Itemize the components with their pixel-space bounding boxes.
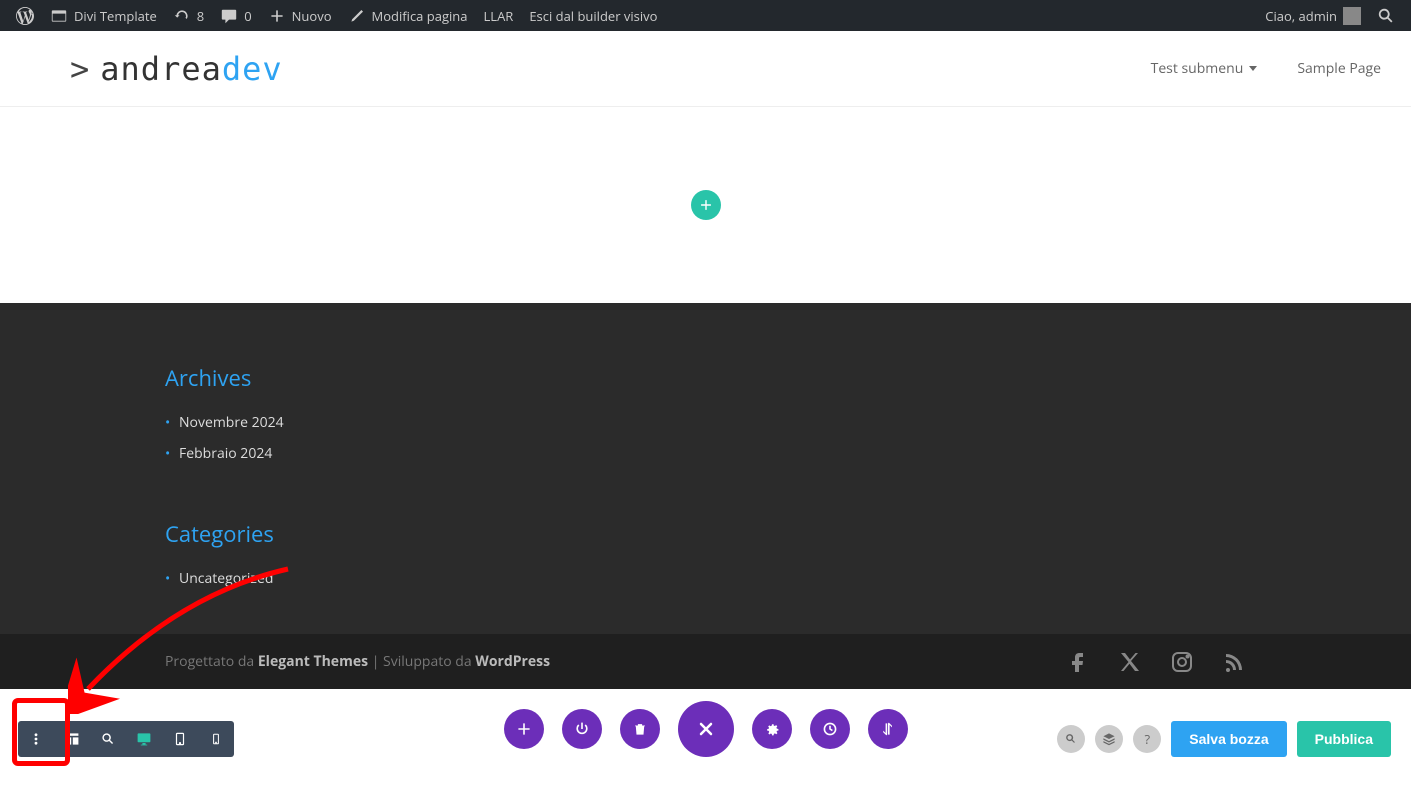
footer-widgets: Archives Novembre 2024 Febbraio 2024 Cat… (0, 303, 1411, 634)
zoom-view-button[interactable] (90, 721, 126, 757)
page-settings-button[interactable] (752, 709, 792, 749)
history-button[interactable] (810, 709, 850, 749)
search-tool-button[interactable] (1057, 725, 1085, 753)
sort-button[interactable] (868, 709, 908, 749)
site-name-menu[interactable]: Divi Template (42, 0, 165, 31)
dashboard-icon (50, 7, 68, 25)
more-options-button[interactable] (18, 721, 54, 757)
admin-search-button[interactable] (1369, 0, 1403, 31)
zoom-icon (101, 732, 115, 746)
phone-icon (210, 733, 222, 745)
comment-icon (220, 7, 238, 25)
nav-item-submenu[interactable]: Test submenu (1151, 59, 1258, 78)
publish-button[interactable]: Pubblica (1297, 721, 1391, 757)
nav-item-label: Test submenu (1151, 59, 1244, 78)
sort-icon (880, 721, 896, 737)
trash-icon (633, 722, 647, 736)
site-header: > andreadev Test submenu Sample Page (0, 31, 1411, 107)
close-icon (696, 719, 716, 739)
tablet-view-button[interactable] (162, 721, 198, 757)
power-button[interactable] (562, 709, 602, 749)
search-icon (1377, 7, 1395, 25)
archive-link[interactable]: Novembre 2024 (165, 407, 1411, 438)
add-section-button[interactable] (691, 190, 721, 220)
facebook-icon[interactable] (1066, 650, 1090, 674)
builder-canvas[interactable] (0, 107, 1411, 303)
phone-view-button[interactable] (198, 721, 234, 757)
logo-prompt: > (70, 50, 90, 88)
question-icon: ? (1144, 730, 1150, 748)
nav-item-label: Sample Page (1297, 59, 1381, 78)
logo[interactable]: > andreadev (70, 50, 283, 88)
platform-link[interactable]: WordPress (475, 652, 550, 671)
account-menu[interactable]: Ciao, admin (1257, 0, 1369, 31)
clock-icon (822, 721, 838, 737)
x-twitter-icon[interactable] (1118, 650, 1142, 674)
gear-icon (764, 721, 780, 737)
llar-label: LLAR (484, 7, 514, 25)
layers-icon (1102, 732, 1116, 746)
logo-main: andrea (100, 50, 222, 88)
desktop-view-button[interactable] (126, 721, 162, 757)
close-builder-button[interactable] (678, 701, 734, 757)
greeting-label: Ciao, admin (1265, 7, 1337, 25)
logo-accent: dev (222, 50, 283, 88)
llar-menu[interactable]: LLAR (476, 0, 522, 31)
exit-builder-label: Esci dal builder visivo (529, 7, 657, 25)
chevron-down-icon (1249, 66, 1257, 71)
save-draft-button[interactable]: Salva bozza (1171, 721, 1286, 757)
footer-credits: Progettato da Elegant Themes | Sviluppat… (165, 652, 550, 671)
instagram-icon[interactable] (1170, 650, 1194, 674)
comments-menu[interactable]: 0 (212, 0, 259, 31)
category-link[interactable]: Uncategorized (165, 563, 1411, 594)
plus-icon (268, 7, 286, 25)
delete-button[interactable] (620, 709, 660, 749)
exit-builder-menu[interactable]: Esci dal builder visivo (521, 0, 665, 31)
comments-count: 0 (244, 7, 251, 25)
add-from-library-button[interactable] (504, 709, 544, 749)
primary-nav: Test submenu Sample Page (1151, 59, 1381, 78)
tablet-icon (173, 732, 187, 746)
pencil-icon (348, 7, 366, 25)
desktop-icon (136, 731, 152, 747)
refresh-icon (173, 7, 191, 25)
social-links (1066, 650, 1246, 674)
theme-link[interactable]: Elegant Themes (258, 652, 368, 671)
search-icon (1064, 732, 1078, 746)
rss-icon[interactable] (1222, 650, 1246, 674)
builder-right-tools: ? Salva bozza Pubblica (1057, 721, 1391, 757)
wireframe-icon (64, 731, 80, 747)
builder-bottom-bar: ? Salva bozza Pubblica (0, 689, 1411, 774)
help-tool-button[interactable]: ? (1133, 725, 1161, 753)
edit-page-label: Modifica pagina (372, 7, 468, 25)
footer-bottom: Progettato da Elegant Themes | Sviluppat… (0, 634, 1411, 689)
power-icon (574, 721, 590, 737)
plus-icon (699, 198, 713, 212)
edit-page-menu[interactable]: Modifica pagina (340, 0, 476, 31)
nav-item-sample[interactable]: Sample Page (1297, 59, 1381, 78)
new-content-menu[interactable]: Nuovo (260, 0, 340, 31)
wordpress-icon (16, 7, 34, 25)
builder-center-tools (504, 701, 908, 757)
layers-tool-button[interactable] (1095, 725, 1123, 753)
categories-heading: Categories (165, 519, 1411, 549)
archives-heading: Archives (165, 363, 1411, 393)
archive-link[interactable]: Febbraio 2024 (165, 438, 1411, 469)
new-label: Nuovo (292, 7, 332, 25)
updates-count: 8 (197, 7, 204, 25)
wp-logo-menu[interactable] (8, 0, 42, 31)
site-name-label: Divi Template (74, 7, 157, 25)
kebab-icon (29, 732, 43, 746)
wp-admin-bar: Divi Template 8 0 Nuovo Modifica pagina (0, 0, 1411, 31)
builder-view-toolbar (18, 721, 234, 757)
updates-menu[interactable]: 8 (165, 0, 212, 31)
avatar (1343, 7, 1361, 25)
wireframe-view-button[interactable] (54, 721, 90, 757)
plus-icon (516, 721, 532, 737)
